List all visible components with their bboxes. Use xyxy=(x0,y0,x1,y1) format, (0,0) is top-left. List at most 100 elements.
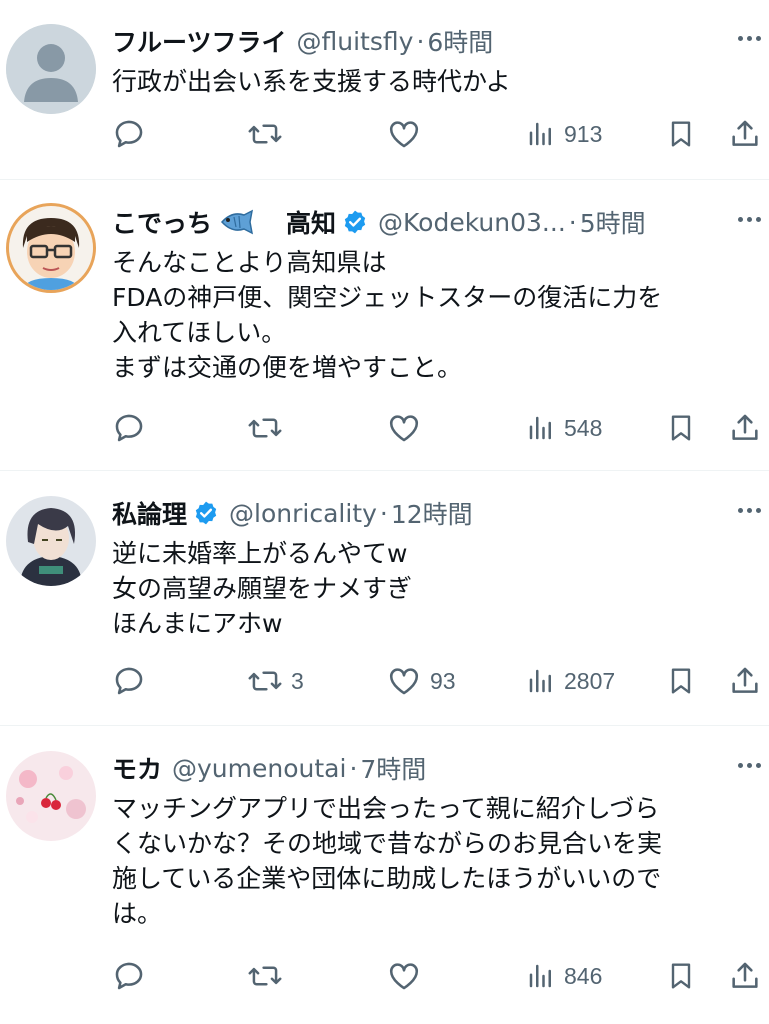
share-icon xyxy=(732,120,758,146)
retweet-button[interactable] xyxy=(247,408,283,448)
reply-icon xyxy=(115,120,143,148)
tweet[interactable]: モカ @yumenoutai · 7時間 マッチングアプリで出会ったって親に紹介… xyxy=(0,727,769,1024)
display-name-suffix[interactable]: 高知 xyxy=(286,204,336,240)
reply-feed: フルーツフライ @fluitsfly · 6時間 行政が出会い系を支援する時代か… xyxy=(0,0,769,1024)
views-button[interactable]: 846 xyxy=(526,956,602,996)
views-button[interactable]: 913 xyxy=(526,114,602,154)
timestamp[interactable]: 6時間 xyxy=(427,23,493,59)
views-icon xyxy=(529,416,551,440)
reply-button[interactable] xyxy=(112,661,146,701)
views-button[interactable]: 548 xyxy=(526,408,602,448)
verified-badge-icon xyxy=(342,209,368,235)
like-button[interactable] xyxy=(386,956,422,996)
tweet-text-line: 行政が出会い系を支援する時代かよ xyxy=(112,67,511,96)
retweet-icon xyxy=(248,966,282,986)
verified-badge-icon xyxy=(193,500,219,526)
reply-button[interactable] xyxy=(112,956,146,996)
views-icon xyxy=(529,669,551,693)
views-icon xyxy=(529,964,551,988)
display-name[interactable]: 私論理 xyxy=(112,495,187,531)
avatar[interactable] xyxy=(6,24,96,114)
timestamp[interactable]: 5時間 xyxy=(580,204,646,240)
bookmark-icon xyxy=(671,121,691,147)
tweet-text: そんなことより高知県は FDAの神戸便、関空ジェットスターの復活に力を 入れてほ… xyxy=(112,245,755,385)
bookmark-icon xyxy=(671,963,691,989)
tweet-text-line: まずは交通の便を増やすこと。 xyxy=(112,353,463,382)
action-bar: 548 xyxy=(112,408,769,448)
separator-dot: · xyxy=(349,753,358,783)
tweet-text-line: は。 xyxy=(112,899,163,928)
tweet[interactable]: フルーツフライ @fluitsfly · 6時間 行政が出会い系を支援する時代か… xyxy=(0,0,769,180)
reply-button[interactable] xyxy=(112,114,146,154)
like-count: 93 xyxy=(430,667,456,694)
views-count: 846 xyxy=(564,962,603,989)
retweet-icon xyxy=(248,124,282,144)
display-name[interactable]: フルーツフライ xyxy=(112,23,287,59)
heart-icon xyxy=(389,415,419,442)
views-count: 2807 xyxy=(564,667,616,694)
display-name[interactable]: モカ xyxy=(112,750,162,786)
handle[interactable]: @lonricality xyxy=(229,499,377,528)
tweet-text-line: そんなことより高知県は xyxy=(112,248,387,277)
heart-icon xyxy=(389,668,419,695)
reply-icon xyxy=(115,962,143,990)
retweet-button[interactable]: 3 xyxy=(247,661,304,701)
reply-icon xyxy=(115,414,143,442)
more-icon[interactable] xyxy=(738,217,761,222)
views-button[interactable]: 2807 xyxy=(526,661,615,701)
timestamp[interactable]: 12時間 xyxy=(391,495,473,531)
tweet[interactable]: 私論理 @lonricality · 12時間 逆に未婚率上がるんやてw 女の高… xyxy=(0,472,769,726)
avatar[interactable] xyxy=(6,203,96,293)
bookmark-button[interactable] xyxy=(665,661,697,701)
like-button[interactable] xyxy=(386,114,422,154)
heart-icon xyxy=(389,963,419,990)
retweet-count: 3 xyxy=(291,667,304,694)
reply-icon xyxy=(115,667,143,695)
action-bar: 913 xyxy=(112,114,769,154)
action-bar: 3 93 2807 xyxy=(112,661,769,701)
avatar[interactable] xyxy=(6,751,96,841)
reply-button[interactable] xyxy=(112,408,146,448)
views-icon xyxy=(529,122,551,146)
share-icon xyxy=(732,962,758,988)
display-name[interactable]: こでっち xyxy=(112,204,212,240)
bookmark-button[interactable] xyxy=(665,408,697,448)
handle[interactable]: @yumenoutai xyxy=(172,754,346,783)
separator-dot: · xyxy=(379,498,388,528)
retweet-icon xyxy=(248,418,282,438)
heart-icon xyxy=(389,121,419,148)
tweet-text-line: 入れてほしい。 xyxy=(112,318,287,347)
tweet[interactable]: こでっち 高知 @Kodekun03... · 5時間 そんなことより高知県は … xyxy=(0,181,769,471)
timestamp[interactable]: 7時間 xyxy=(360,750,426,786)
avatar[interactable] xyxy=(6,496,96,586)
share-button[interactable] xyxy=(728,956,762,996)
bookmark-button[interactable] xyxy=(665,956,697,996)
like-button[interactable] xyxy=(386,408,422,448)
tweet-text-line: くないかな？その地域で昔ながらのお見合いを実 xyxy=(112,829,663,858)
more-icon[interactable] xyxy=(738,763,761,768)
fish-emoji-icon xyxy=(218,209,256,235)
retweet-button[interactable] xyxy=(247,956,283,996)
tweet-text-line: マッチングアプリで出会ったって親に紹介しづら xyxy=(112,794,660,823)
share-button[interactable] xyxy=(728,661,762,701)
tweet-text-line: FDAの神戸便、関空ジェットスターの復活に力を xyxy=(112,283,663,312)
share-icon xyxy=(732,667,758,693)
more-icon[interactable] xyxy=(738,36,761,41)
bookmark-button[interactable] xyxy=(665,114,697,154)
views-count: 548 xyxy=(564,414,603,441)
tweet-text-line: 逆に未婚率上がるんやてw xyxy=(112,539,408,568)
like-button[interactable]: 93 xyxy=(386,661,456,701)
bookmark-icon xyxy=(671,668,691,694)
action-bar: 846 xyxy=(112,956,769,996)
tweet-text-line: 女の高望み願望をナメすぎ xyxy=(112,574,413,603)
share-button[interactable] xyxy=(728,114,762,154)
bookmark-icon xyxy=(671,415,691,441)
handle[interactable]: @Kodekun03... xyxy=(378,208,566,237)
retweet-button[interactable] xyxy=(247,114,283,154)
tweet-text-line: 施している企業や団体に助成したほうがいいので xyxy=(112,864,662,893)
share-icon xyxy=(732,414,758,440)
more-icon[interactable] xyxy=(738,508,761,513)
share-button[interactable] xyxy=(728,408,762,448)
separator-dot: · xyxy=(416,26,425,56)
handle[interactable]: @fluitsfly xyxy=(297,27,414,56)
